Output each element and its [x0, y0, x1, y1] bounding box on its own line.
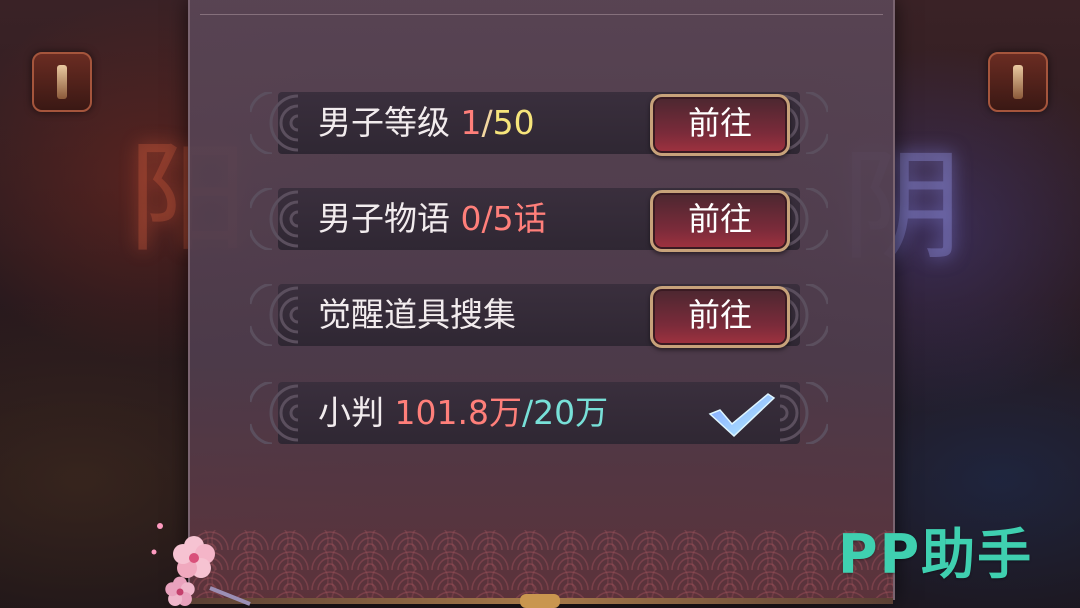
checkmark-icon	[708, 393, 776, 438]
scroll-icon	[57, 65, 67, 99]
task-progress-slash: /	[481, 199, 493, 238]
watermark-logo: PP助手	[838, 523, 1034, 586]
scroll-icon	[1013, 65, 1023, 99]
task-progress-total: 5话	[492, 199, 547, 238]
task-name: 男子等级	[318, 103, 450, 142]
task-row-level: 男子等级 1/50 前往	[250, 92, 828, 156]
wave-ornament-right	[779, 382, 828, 444]
task-progress-current: 1	[460, 103, 482, 142]
task-progress-current: 0	[460, 199, 482, 238]
task-name: 觉醒道具搜集	[318, 295, 516, 334]
task-progress-slash: /	[481, 103, 493, 142]
task-label: 小判 101.8万/20万	[318, 382, 608, 444]
sakura-icon	[151, 523, 251, 606]
wave-ornament-left	[250, 92, 299, 154]
panel-divider	[200, 14, 883, 15]
go-button[interactable]: 前往	[650, 94, 790, 156]
panel-knot-ornament	[520, 594, 560, 608]
task-label: 觉醒道具搜集	[318, 284, 516, 346]
right-corner-button[interactable]	[988, 52, 1048, 112]
task-progress-total: 20万	[533, 393, 609, 432]
go-button[interactable]: 前往	[650, 286, 790, 348]
wave-ornament-left	[250, 188, 299, 250]
wave-ornament-left	[250, 284, 299, 346]
task-progress-slash: /	[521, 393, 534, 432]
task-name: 男子物语	[318, 199, 450, 238]
panel-wave-pattern	[190, 530, 893, 600]
task-progress-current: 101.8万	[394, 393, 522, 432]
task-row-koban: 小判 101.8万/20万	[250, 382, 828, 444]
wave-ornament-left	[250, 382, 299, 444]
task-row-awaken-items: 觉醒道具搜集 前往	[250, 284, 828, 348]
task-row-story: 男子物语 0/5话 前往	[250, 188, 828, 252]
task-label: 男子等级 1/50	[318, 92, 535, 154]
left-corner-button[interactable]	[32, 52, 92, 112]
task-progress-total: 50	[492, 103, 535, 142]
task-label: 男子物语 0/5话	[318, 188, 547, 250]
task-name: 小判	[318, 393, 384, 432]
go-button[interactable]: 前往	[650, 190, 790, 252]
